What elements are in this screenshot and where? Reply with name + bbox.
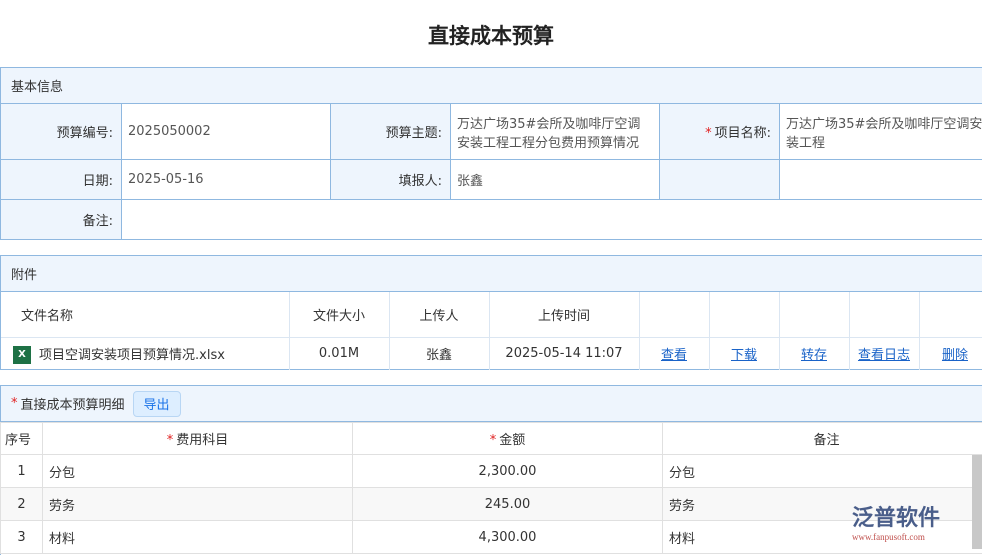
col-upload-time: 上传时间 — [489, 292, 639, 337]
reporter-field[interactable]: 张鑫 — [451, 160, 660, 200]
col-index: 序号 — [1, 423, 43, 455]
project-field[interactable]: 万达广场35#会所及咖啡厅空调安装工程 — [780, 104, 982, 160]
budget-no-label: 预算编号: — [1, 104, 122, 160]
view-link[interactable]: 查看 — [661, 348, 687, 363]
subject-field[interactable]: 万达广场35#会所及咖啡厅空调安装工程工程分包费用预算情况 — [451, 104, 660, 160]
reporter-label: 填报人: — [331, 160, 451, 200]
excel-file-icon: X — [13, 346, 31, 364]
budget-no-field[interactable]: 2025050002 — [122, 104, 331, 160]
attachment-section: 附件 文件名称 文件大小 上传人 上传时间 X项目空调安装项目预算情况.xlsx… — [0, 255, 982, 370]
section-header: *直接成本预算明细导出 — [1, 386, 982, 422]
scrollbar[interactable] — [972, 455, 982, 549]
subject-label: 预算主题: — [331, 104, 451, 160]
col-uploader: 上传人 — [389, 292, 489, 337]
detail-section: *直接成本预算明细导出 序号 *费用科目 *金额 备注 1 分包 2,300.0… — [0, 385, 982, 555]
date-label: 日期: — [1, 160, 122, 200]
empty-label — [660, 160, 780, 200]
file-uploader: 张鑫 — [389, 337, 489, 370]
basic-info-section: 基本信息 预算编号: 2025050002 预算主题: 万达广场35#会所及咖啡… — [0, 67, 982, 240]
view-log-link[interactable]: 查看日志 — [858, 348, 910, 363]
page-title: 直接成本预算 — [0, 20, 982, 50]
project-label: *项目名称: — [660, 104, 780, 160]
export-button[interactable]: 导出 — [133, 391, 181, 417]
empty-field — [780, 160, 982, 200]
col-remark: 备注 — [663, 423, 982, 455]
save-as-link[interactable]: 转存 — [801, 348, 827, 363]
table-row: 2 劳务 245.00 劳务 — [1, 488, 982, 521]
delete-link[interactable]: 删除 — [942, 348, 968, 363]
file-upload-time: 2025-05-14 11:07 — [489, 337, 639, 370]
col-file-size: 文件大小 — [289, 292, 389, 337]
table-row: 1 分包 2,300.00 分包 — [1, 455, 982, 488]
date-field[interactable]: 2025-05-16 — [122, 160, 331, 200]
remark-field[interactable] — [122, 200, 982, 240]
section-header: 基本信息 — [1, 68, 982, 104]
col-cost-item: *费用科目 — [43, 423, 353, 455]
download-link[interactable]: 下载 — [731, 348, 757, 363]
file-name-cell: X项目空调安装项目预算情况.xlsx — [1, 337, 289, 370]
watermark-logo: 泛普软件 www.fanpusoft.com — [852, 500, 940, 542]
file-row: X项目空调安装项目预算情况.xlsx 0.01M 张鑫 2025-05-14 1… — [1, 337, 982, 370]
section-header: 附件 — [1, 256, 982, 292]
col-amount: *金额 — [353, 423, 663, 455]
remark-label: 备注: — [1, 200, 122, 240]
file-size: 0.01M — [289, 337, 389, 370]
col-file-name: 文件名称 — [1, 292, 289, 337]
